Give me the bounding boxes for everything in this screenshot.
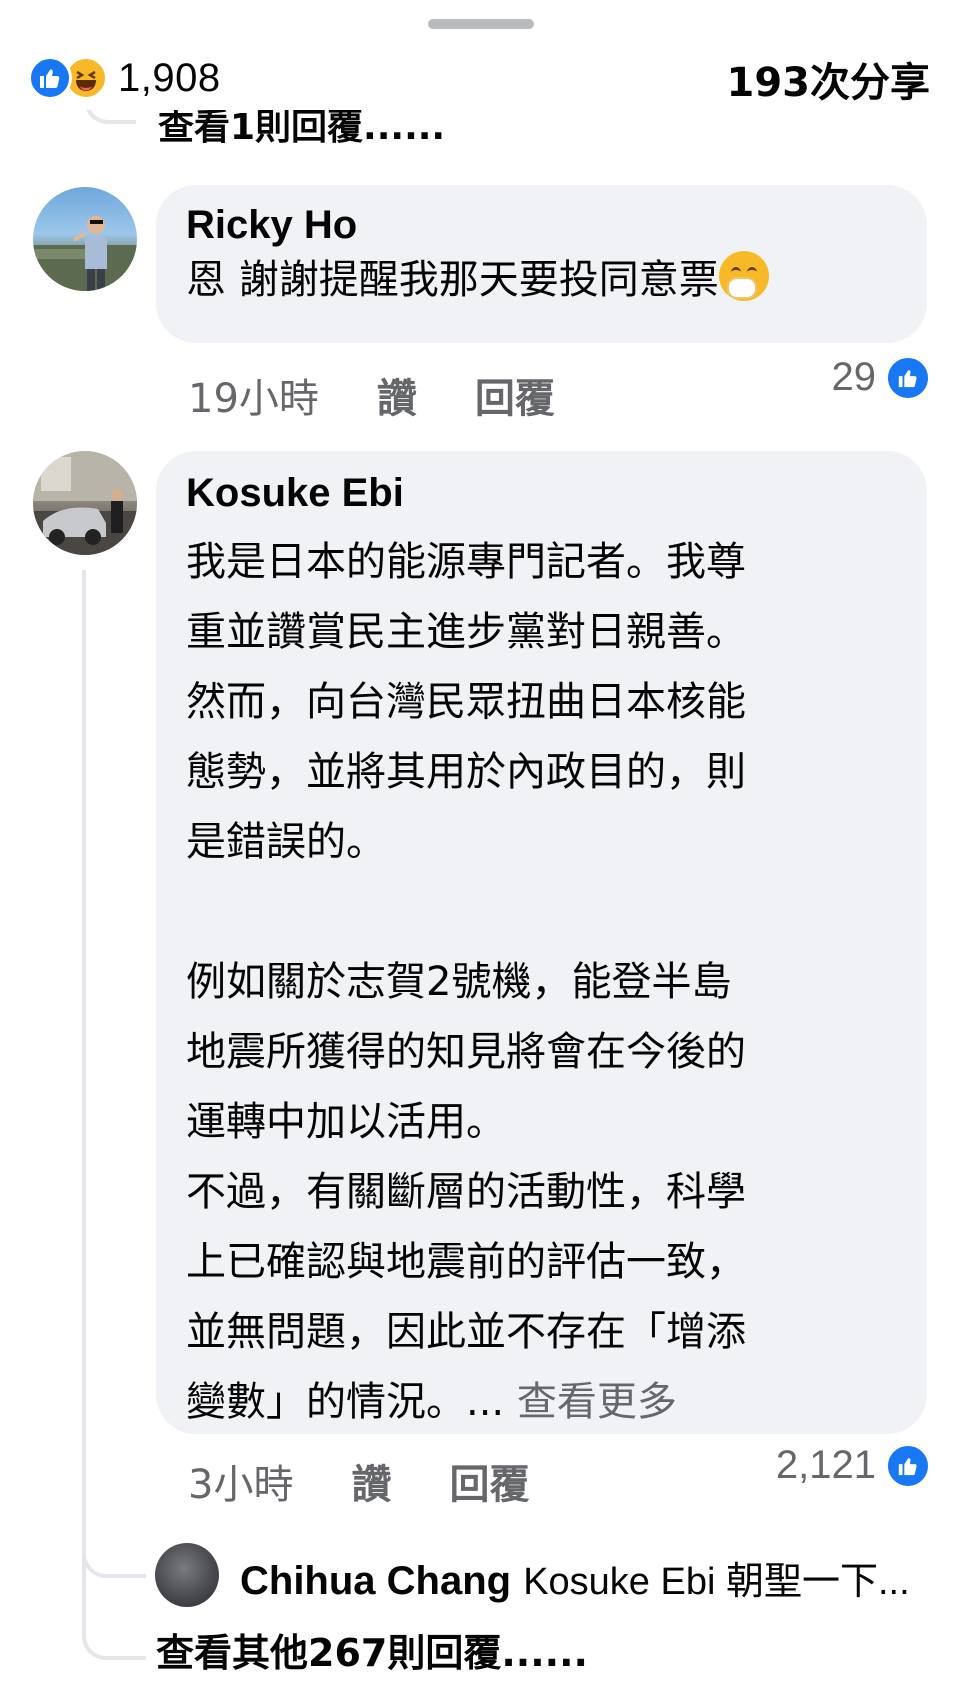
like-icon [886, 355, 930, 400]
avatar[interactable] [33, 187, 137, 291]
like-button[interactable]: 讚 [377, 366, 417, 424]
like-count-value: 29 [831, 355, 877, 399]
comment-meta: 19小時 讚 回覆 [188, 366, 555, 424]
sheet-drag-handle[interactable] [428, 19, 534, 29]
like-count-value: 2,121 [775, 1443, 876, 1487]
comment-line: 重並讚賞民主進步黨對日親善。 [186, 609, 746, 655]
comment-time[interactable]: 3小時 [188, 1452, 293, 1510]
comment-line: 不過，有關斷層的活動性，科學 [186, 1169, 746, 1215]
comment-bubble[interactable]: Kosuke Ebi 我是日本的能源專門記者。我尊 重並讚賞民主進步黨對日親善。… [156, 451, 927, 1434]
reactions-summary[interactable]: 1,908 [28, 54, 221, 102]
comment-author[interactable]: Kosuke Ebi [186, 471, 404, 516]
comment-like-count[interactable]: 2,121 [776, 1443, 930, 1488]
comment-text-content: 恩 謝謝提醒我那天要投同意票 [186, 257, 719, 303]
view-replies-link[interactable]: 查看1則回覆...... [158, 110, 445, 150]
comment-line: 上已確認與地震前的評估一致， [186, 1239, 746, 1285]
reply-author[interactable]: Chihua Chang [240, 1559, 511, 1603]
comment-line: 變數」的情況。... [186, 1379, 505, 1425]
comment-line: 例如關於志賀2號機，能登半島 [186, 959, 732, 1005]
thread-connector [84, 110, 136, 124]
comment-line: 然而，向台灣民眾扭曲日本核能 [186, 679, 746, 725]
like-icon [886, 1443, 930, 1488]
see-more-link[interactable]: 查看更多 [517, 1379, 677, 1425]
reply-thread-line [82, 570, 86, 1630]
like-button[interactable]: 讚 [351, 1452, 391, 1510]
view-more-replies-link[interactable]: 查看其他267則回覆...... [156, 1622, 588, 1677]
reply-button[interactable]: 回覆 [449, 1452, 529, 1510]
comment-time[interactable]: 19小時 [188, 366, 319, 424]
comment-bubble[interactable]: Ricky Ho 恩 謝謝提醒我那天要投同意票 [156, 185, 927, 343]
comment-line: 並無問題，因此並不存在「增添 [186, 1309, 746, 1355]
avatar[interactable] [155, 1543, 219, 1607]
thread-connector [82, 1530, 146, 1578]
hand-over-mouth-emoji [718, 251, 769, 301]
comment-line: 地震所獲得的知見將會在今後的 [186, 1029, 746, 1075]
comment-line: 是錯誤的。 [186, 819, 386, 865]
comment-author[interactable]: Ricky Ho [186, 203, 357, 248]
comment-text: 我是日本的能源專門記者。我尊 重並讚賞民主進步黨對日親善。 然而，向台灣民眾扭曲… [186, 527, 746, 1437]
reply-button[interactable]: 回覆 [475, 366, 555, 424]
comment-meta: 3小時 讚 回覆 [188, 1452, 529, 1510]
comment-like-count[interactable]: 29 [831, 355, 930, 400]
reaction-count: 1,908 [118, 55, 221, 100]
reply-preview[interactable]: Chihua Chang Kosuke Ebi 朝聖一下... [240, 1550, 930, 1605]
comment-text: 恩 謝謝提醒我那天要投同意票 [186, 245, 769, 315]
comment-line: 態勢，並將其用於內政目的，則 [186, 749, 746, 795]
reply-text: Kosuke Ebi 朝聖一下... [523, 1561, 910, 1603]
like-icon [28, 56, 72, 100]
clipped-reply-link-row: 查看1則回覆...... [0, 110, 962, 150]
share-count[interactable]: 193次分享 [727, 50, 931, 108]
thread-connector [82, 1612, 146, 1660]
comment-line: 我是日本的能源專門記者。我尊 [186, 539, 746, 585]
comment-line: 運轉中加以活用。 [186, 1099, 506, 1145]
avatar[interactable] [33, 451, 137, 555]
